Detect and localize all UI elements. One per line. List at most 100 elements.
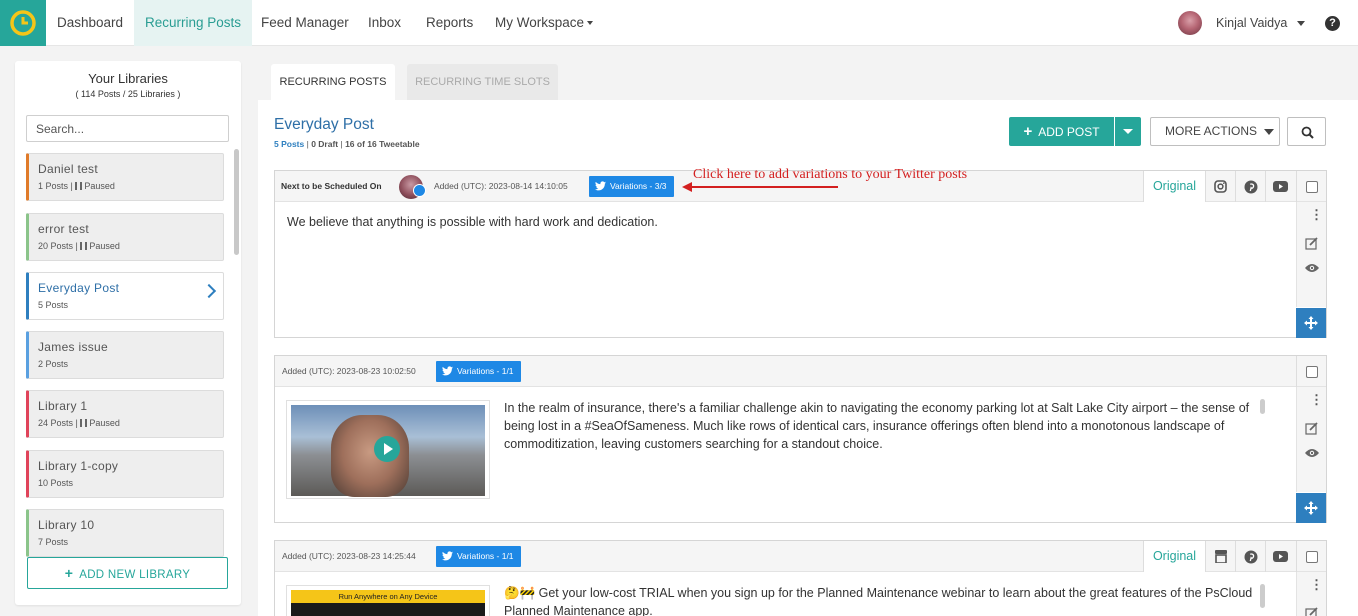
tab-original[interactable]: Original (1143, 171, 1205, 202)
more-options-icon[interactable]: ⋮ (1310, 578, 1323, 591)
post-card-header: Added (UTC): 2023-08-23 10:02:50 Variati… (275, 356, 1326, 387)
variations-button[interactable]: Variations - 3/3 (589, 176, 674, 197)
library-item[interactable]: error test 20 Posts | Paused (26, 213, 224, 261)
post-emoji: 🤔🚧 (504, 586, 536, 600)
library-item[interactable]: Library 1-copy 10 Posts (26, 450, 224, 498)
post-card-header: Added (UTC): 2023-08-23 14:25:44 Variati… (275, 541, 1326, 572)
instagram-icon[interactable] (1205, 171, 1235, 202)
preview-eye-icon[interactable] (1304, 448, 1320, 458)
library-name: Everyday Post (38, 281, 120, 295)
google-business-icon[interactable] (1205, 541, 1235, 572)
library-stats: 5 Posts | 0 Draft | 16 of 16 Tweetable (274, 139, 420, 149)
twitter-badge-icon (413, 184, 426, 197)
preview-eye-icon[interactable] (1304, 263, 1320, 273)
nav-my-workspace[interactable]: My Workspace (484, 0, 604, 46)
post-text-body: Get your low-cost TRIAL when you sign up… (504, 586, 1253, 616)
library-post-count: 24 Posts (38, 418, 74, 428)
library-item[interactable]: Library 1 24 Posts | Paused (26, 390, 224, 438)
sidebar-scrollbar[interactable] (234, 149, 239, 255)
move-drag-handle[interactable] (1296, 308, 1326, 338)
post-text: In the realm of insurance, there's a fam… (504, 401, 1250, 451)
youtube-icon[interactable] (1265, 171, 1295, 202)
add-new-library-button[interactable]: + ADD NEW LIBRARY (27, 557, 228, 589)
annotation-text: Click here to add variations to your Twi… (693, 167, 968, 182)
nav-feed-manager[interactable]: Feed Manager (250, 0, 360, 46)
help-icon[interactable]: ? (1325, 16, 1340, 31)
plus-icon: + (1023, 123, 1033, 140)
more-options-icon[interactable]: ⋮ (1310, 208, 1323, 221)
post-card: Added (UTC): 2023-08-23 14:25:44 Variati… (274, 540, 1327, 616)
search-button[interactable] (1287, 117, 1326, 146)
pause-icon (80, 419, 88, 427)
post-image[interactable]: Run Anywhere on Any Device (286, 585, 490, 616)
play-icon[interactable] (374, 436, 400, 462)
plus-icon: + (64, 565, 74, 581)
library-meta: 7 Posts (38, 537, 68, 547)
library-item[interactable]: Daniel test 1 Posts | Paused (26, 153, 224, 201)
move-drag-handle[interactable] (1296, 493, 1326, 523)
post-actions-rail: ⋮ (1296, 387, 1326, 492)
library-item[interactable]: Everyday Post 5 Posts (26, 272, 224, 320)
twitter-icon (442, 551, 453, 561)
edit-icon[interactable] (1305, 236, 1319, 250)
annotation-arrowhead (682, 182, 692, 192)
added-timestamp: Added (UTC): 2023-08-23 10:02:50 (282, 366, 416, 376)
post-text: We believe that anything is possible wit… (287, 215, 658, 229)
select-checkbox[interactable] (1296, 541, 1326, 572)
app-logo[interactable] (0, 0, 46, 46)
library-item[interactable]: Library 10 7 Posts (26, 509, 224, 557)
library-meta: 5 Posts (38, 300, 68, 310)
variations-label: Variations - 1/1 (457, 366, 514, 376)
add-post-dropdown-button[interactable] (1115, 117, 1141, 146)
nav-reports[interactable]: Reports (415, 0, 484, 46)
nav-inbox[interactable]: Inbox (357, 0, 412, 46)
user-name: Kinjal Vaidya (1216, 16, 1288, 30)
pause-icon (75, 182, 83, 190)
sidebar-title: Your Libraries (88, 71, 168, 86)
pinterest-icon[interactable] (1235, 541, 1265, 572)
variations-button[interactable]: Variations - 1/1 (436, 546, 521, 567)
post-text-scrollbar[interactable] (1260, 399, 1265, 414)
post-actions-rail: ⋮ (1296, 572, 1326, 616)
library-meta: 1 Posts | Paused (38, 181, 115, 191)
variations-button[interactable]: Variations - 1/1 (436, 361, 521, 382)
add-post-button[interactable]: + ADD POST (1009, 117, 1114, 146)
library-post-count: 7 Posts (38, 537, 69, 547)
user-menu[interactable]: Kinjal Vaidya (1178, 11, 1306, 35)
post-text-scrollbar[interactable] (1260, 584, 1265, 608)
more-actions-button[interactable]: MORE ACTIONS (1150, 117, 1280, 146)
next-scheduled-label: Next to be Scheduled On (281, 181, 382, 191)
tab-recurring-time-slots[interactable]: RECURRING TIME SLOTS (407, 64, 558, 100)
clock-logo-icon (10, 10, 36, 36)
pause-icon (80, 242, 88, 250)
edit-icon[interactable] (1305, 606, 1319, 616)
chevron-down-icon (1297, 20, 1306, 26)
edit-icon[interactable] (1305, 421, 1319, 435)
library-item[interactable]: James issue 2 Posts (26, 331, 224, 379)
page-title: Everyday Post (274, 116, 374, 133)
tab-recurring-posts[interactable]: RECURRING POSTS (271, 64, 395, 100)
library-post-count: 5 Posts (38, 300, 69, 310)
chevron-down-icon (1123, 129, 1133, 134)
more-options-icon[interactable]: ⋮ (1310, 393, 1323, 406)
library-name: error test (38, 222, 90, 236)
library-post-count: 1 Posts (38, 181, 69, 191)
pinterest-icon[interactable] (1235, 171, 1265, 202)
chevron-down-icon (1264, 128, 1275, 135)
library-search-input[interactable] (26, 115, 229, 142)
nav-dashboard[interactable]: Dashboard (46, 0, 134, 46)
added-timestamp: Added (UTC): 2023-08-23 14:25:44 (282, 551, 416, 561)
library-post-count: 2 Posts (38, 359, 69, 369)
post-card: Added (UTC): 2023-08-23 10:02:50 Variati… (274, 355, 1327, 523)
video-thumbnail[interactable] (286, 400, 490, 499)
select-checkbox[interactable] (1296, 171, 1326, 202)
nav-recurring-posts[interactable]: Recurring Posts (134, 0, 253, 46)
variations-label: Variations - 1/1 (457, 551, 514, 561)
library-name: James issue (38, 340, 108, 354)
youtube-icon[interactable] (1265, 541, 1295, 572)
library-post-count: 20 Posts (38, 241, 74, 251)
tab-original[interactable]: Original (1143, 541, 1205, 572)
library-status: Paused (89, 241, 120, 251)
select-checkbox[interactable] (1296, 356, 1326, 387)
library-status: Paused (89, 418, 120, 428)
